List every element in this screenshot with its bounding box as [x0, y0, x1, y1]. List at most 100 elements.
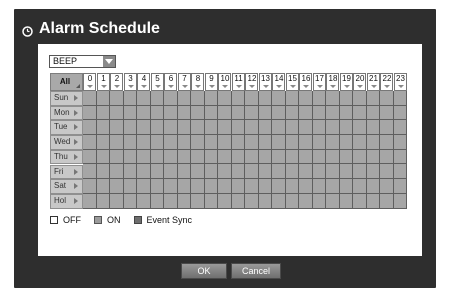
schedule-cell[interactable] — [177, 91, 191, 106]
schedule-cell[interactable] — [204, 91, 218, 106]
schedule-cell[interactable] — [204, 149, 218, 165]
schedule-cell[interactable] — [204, 120, 218, 136]
schedule-cell[interactable] — [164, 91, 178, 106]
schedule-cell[interactable] — [123, 149, 137, 165]
schedule-cell[interactable] — [83, 193, 97, 209]
schedule-cell[interactable] — [150, 91, 164, 106]
schedule-cell[interactable] — [353, 164, 367, 180]
schedule-cell[interactable] — [353, 149, 367, 165]
schedule-cell[interactable] — [326, 135, 340, 150]
schedule-cell[interactable] — [110, 193, 124, 209]
hour-header-7[interactable]: 7 — [177, 73, 191, 91]
hour-header-19[interactable]: 19 — [339, 73, 353, 91]
schedule-cell[interactable] — [191, 135, 205, 150]
schedule-cell[interactable] — [366, 105, 380, 121]
schedule-cell[interactable] — [96, 120, 110, 136]
day-button-tue[interactable]: Tue — [50, 120, 83, 136]
schedule-cell[interactable] — [366, 179, 380, 194]
schedule-cell[interactable] — [83, 105, 97, 121]
hour-header-20[interactable]: 20 — [353, 73, 366, 91]
schedule-cell[interactable] — [258, 179, 272, 194]
schedule-cell[interactable] — [299, 135, 313, 150]
schedule-cell[interactable] — [191, 149, 205, 165]
hour-header-23[interactable]: 23 — [393, 73, 407, 91]
schedule-cell[interactable] — [339, 105, 353, 121]
schedule-cell[interactable] — [177, 179, 191, 194]
schedule-cell[interactable] — [285, 105, 299, 121]
select-all-button[interactable]: All — [50, 73, 83, 91]
schedule-cell[interactable] — [339, 120, 353, 136]
schedule-cell[interactable] — [353, 91, 367, 106]
schedule-cell[interactable] — [258, 149, 272, 165]
schedule-cell[interactable] — [393, 164, 407, 180]
schedule-cell[interactable] — [83, 164, 97, 180]
schedule-cell[interactable] — [150, 149, 164, 165]
schedule-cell[interactable] — [191, 120, 205, 136]
schedule-cell[interactable] — [339, 149, 353, 165]
schedule-cell[interactable] — [110, 120, 124, 136]
schedule-cell[interactable] — [164, 193, 178, 209]
hour-header-16[interactable]: 16 — [299, 73, 312, 91]
schedule-cell[interactable] — [218, 193, 232, 209]
day-button-sun[interactable]: Sun — [50, 91, 83, 106]
hour-header-9[interactable]: 9 — [204, 73, 218, 91]
schedule-cell[interactable] — [380, 135, 394, 150]
schedule-cell[interactable] — [137, 91, 151, 106]
schedule-cell[interactable] — [258, 193, 272, 209]
schedule-cell[interactable] — [96, 105, 110, 121]
schedule-cell[interactable] — [204, 193, 218, 209]
schedule-cell[interactable] — [285, 120, 299, 136]
schedule-cell[interactable] — [393, 105, 407, 121]
schedule-cell[interactable] — [231, 91, 245, 106]
hour-header-1[interactable]: 1 — [96, 73, 110, 91]
schedule-cell[interactable] — [164, 179, 178, 194]
schedule-cell[interactable] — [245, 164, 259, 180]
day-button-fri[interactable]: Fri — [50, 164, 83, 180]
schedule-cell[interactable] — [96, 149, 110, 165]
schedule-cell[interactable] — [285, 193, 299, 209]
day-button-wed[interactable]: Wed — [50, 135, 83, 150]
day-button-thu[interactable]: Thu — [50, 149, 83, 165]
schedule-cell[interactable] — [218, 164, 232, 180]
schedule-cell[interactable] — [299, 105, 313, 121]
schedule-cell[interactable] — [339, 179, 353, 194]
schedule-cell[interactable] — [326, 179, 340, 194]
schedule-cell[interactable] — [137, 105, 151, 121]
schedule-cell[interactable] — [123, 164, 137, 180]
schedule-cell[interactable] — [366, 164, 380, 180]
schedule-cell[interactable] — [366, 149, 380, 165]
hour-header-22[interactable]: 22 — [380, 73, 393, 91]
schedule-cell[interactable] — [231, 120, 245, 136]
schedule-cell[interactable] — [231, 105, 245, 121]
schedule-cell[interactable] — [150, 179, 164, 194]
schedule-cell[interactable] — [204, 179, 218, 194]
schedule-cell[interactable] — [231, 164, 245, 180]
schedule-cell[interactable] — [96, 164, 110, 180]
schedule-cell[interactable] — [218, 135, 232, 150]
schedule-cell[interactable] — [285, 179, 299, 194]
schedule-cell[interactable] — [123, 120, 137, 136]
schedule-cell[interactable] — [83, 149, 97, 165]
schedule-cell[interactable] — [285, 135, 299, 150]
schedule-cell[interactable] — [231, 149, 245, 165]
cancel-button[interactable]: Cancel — [231, 263, 281, 279]
schedule-cell[interactable] — [231, 135, 245, 150]
day-button-hol[interactable]: Hol — [50, 193, 83, 209]
schedule-cell[interactable] — [245, 91, 259, 106]
schedule-cell[interactable] — [272, 91, 286, 106]
schedule-cell[interactable] — [123, 135, 137, 150]
schedule-cell[interactable] — [150, 164, 164, 180]
schedule-cell[interactable] — [312, 120, 326, 136]
schedule-cell[interactable] — [96, 179, 110, 194]
schedule-cell[interactable] — [353, 120, 367, 136]
schedule-cell[interactable] — [191, 164, 205, 180]
hour-header-0[interactable]: 0 — [83, 73, 96, 91]
schedule-cell[interactable] — [393, 193, 407, 209]
hour-header-3[interactable]: 3 — [123, 73, 137, 91]
schedule-cell[interactable] — [96, 91, 110, 106]
schedule-cell[interactable] — [272, 179, 286, 194]
schedule-cell[interactable] — [83, 120, 97, 136]
schedule-cell[interactable] — [326, 149, 340, 165]
schedule-cell[interactable] — [353, 193, 367, 209]
schedule-cell[interactable] — [83, 91, 97, 106]
